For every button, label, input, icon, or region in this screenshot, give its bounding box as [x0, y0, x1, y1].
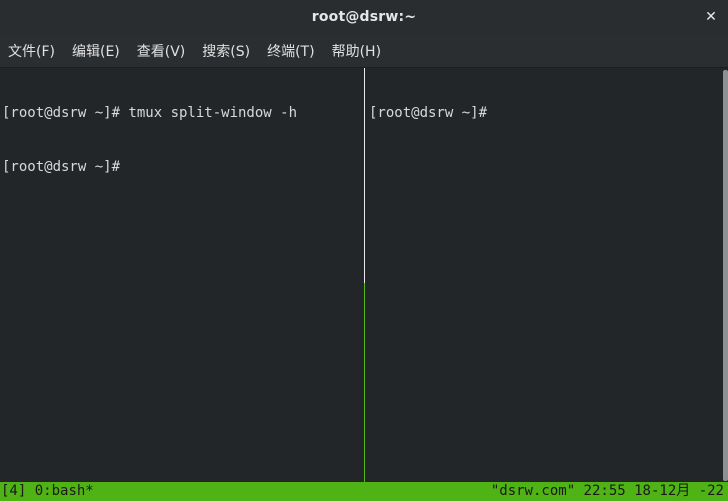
menu-bar: 文件(F) 编辑(E) 查看(V) 搜索(S) 终端(T) 帮助(H) — [0, 36, 728, 68]
pane-divider[interactable] — [364, 68, 365, 283]
menu-view[interactable]: 查看(V) — [133, 36, 190, 68]
tmux-status-bar: [4] 0:bash* "dsrw.com" 22:55 18-12月 -22 — [0, 482, 728, 501]
menu-help[interactable]: 帮助(H) — [328, 36, 385, 68]
close-icon[interactable]: ✕ — [702, 8, 720, 26]
menu-file[interactable]: 文件(F) — [4, 36, 59, 68]
session-label: [4] — [1, 483, 27, 499]
status-left: [4] 0:bash* — [1, 482, 94, 501]
scrollbar[interactable] — [723, 70, 728, 481]
pane-divider-active[interactable] — [364, 283, 365, 482]
terminal-line: [root@dsrw ~]# tmux split-window -h — [2, 105, 298, 121]
status-right: "dsrw.com" 22:55 18-12月 -22 — [490, 483, 724, 499]
right-pane[interactable]: [root@dsrw ~]# — [369, 68, 721, 482]
window-label[interactable]: 0:bash* — [35, 483, 94, 499]
menu-search[interactable]: 搜索(S) — [198, 36, 254, 68]
terminal-line: [root@dsrw ~]# — [2, 159, 121, 175]
left-pane[interactable]: [root@dsrw ~]# tmux split-window -h [roo… — [2, 68, 362, 482]
title-bar: root@dsrw:~ ✕ — [0, 0, 728, 36]
terminal-line: [root@dsrw ~]# — [369, 105, 488, 121]
window-title: root@dsrw:~ — [311, 9, 417, 25]
menu-edit[interactable]: 编辑(E) — [68, 36, 124, 68]
terminal-area[interactable]: [root@dsrw ~]# tmux split-window -h [roo… — [0, 68, 728, 501]
menu-terminal[interactable]: 终端(T) — [263, 36, 318, 68]
